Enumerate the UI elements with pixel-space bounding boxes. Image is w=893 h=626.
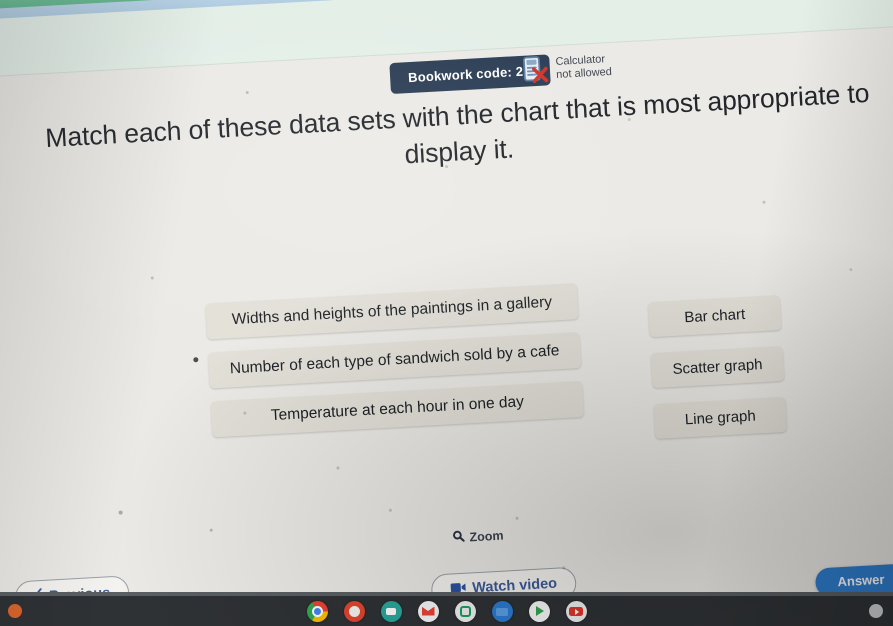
- zoom-control[interactable]: Zoom: [452, 528, 504, 546]
- magnifier-icon: [452, 530, 465, 546]
- youtube-icon[interactable]: [565, 600, 587, 622]
- green-app-icon[interactable]: [454, 600, 476, 622]
- red-app-icon[interactable]: [343, 600, 365, 622]
- data-set-card-2-label: Number of each type of sandwich sold by …: [229, 342, 560, 378]
- data-set-card-3[interactable]: Temperature at each hour in one day: [210, 381, 585, 438]
- calculator-line-2: not allowed: [555, 65, 613, 81]
- data-set-card-1-label: Widths and heights of the paintings in a…: [231, 293, 553, 329]
- answer-button-label: Answer: [837, 571, 885, 590]
- data-set-card-1[interactable]: Widths and heights of the paintings in a…: [205, 283, 579, 340]
- question-text: Match each of these data sets with the c…: [44, 77, 871, 170]
- chart-type-card-bar-label: Bar chart: [683, 305, 746, 327]
- play-store-icon[interactable]: [528, 600, 550, 622]
- data-set-card-2[interactable]: Number of each type of sandwich sold by …: [207, 332, 582, 389]
- chart-type-card-bar[interactable]: Bar chart: [647, 295, 782, 338]
- calculator-not-allowed-icon: [522, 54, 550, 85]
- dust-speck: [193, 357, 199, 363]
- chart-type-card-line[interactable]: Line graph: [653, 396, 788, 440]
- files-icon[interactable]: [491, 600, 513, 622]
- data-set-card-3-label: Temperature at each hour in one day: [270, 393, 525, 425]
- bookwork-code-label: Bookwork code: 2E: [407, 63, 533, 86]
- gmail-icon[interactable]: [417, 600, 439, 622]
- chromeos-taskbar: [0, 596, 893, 626]
- chart-type-card-scatter[interactable]: Scatter graph: [650, 345, 785, 389]
- zoom-label: Zoom: [469, 528, 504, 544]
- calculator-status-text: Calculator not allowed: [555, 53, 612, 82]
- taskbar-status-indicator[interactable]: [869, 604, 883, 618]
- data-set-column: Widths and heights of the paintings in a…: [205, 283, 585, 438]
- chart-type-column: Bar chart Scatter graph Line graph: [647, 295, 788, 440]
- taskbar-left-indicator[interactable]: [8, 604, 22, 618]
- chart-type-card-scatter-label: Scatter graph: [672, 356, 763, 379]
- chart-type-card-line-label: Line graph: [684, 407, 757, 429]
- chrome-icon[interactable]: [306, 600, 328, 622]
- photographed-screen: 2E 2F Summary New! Multi Part Question -…: [0, 0, 893, 626]
- calculator-status: Calculator not allowed: [522, 51, 612, 86]
- app-screen: 2E 2F Summary New! Multi Part Question -…: [0, 0, 893, 626]
- teal-app-icon[interactable]: [380, 600, 402, 622]
